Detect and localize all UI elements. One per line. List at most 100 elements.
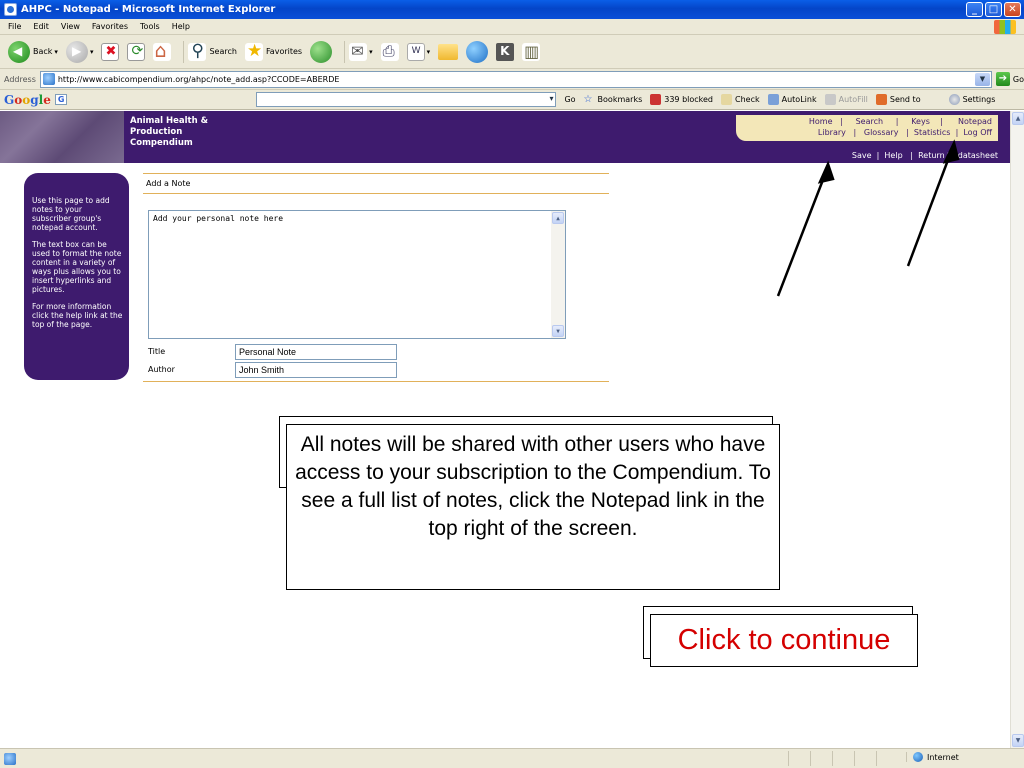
favorites-button[interactable]: Favorites: [244, 41, 302, 61]
address-input[interactable]: http://www.cabicompendium.org/ahpc/note_…: [39, 70, 992, 88]
security-zone: Internet: [906, 752, 1016, 762]
autolink-button[interactable]: AutoLink: [767, 94, 817, 105]
send-to-icon: [875, 94, 887, 105]
spell-check-button[interactable]: Check: [721, 94, 760, 105]
close-button[interactable]: ✕: [1004, 2, 1021, 17]
back-arrow-icon: [8, 40, 30, 63]
search-icon: [188, 41, 207, 61]
google-search-input[interactable]: [256, 92, 557, 107]
form-divider: [143, 381, 609, 382]
history-button[interactable]: [310, 40, 333, 63]
autofill-button[interactable]: AutoFill: [824, 94, 868, 105]
autolink-icon: [767, 94, 779, 105]
title-row: Title Personal Note: [148, 343, 609, 360]
k-icon: [496, 42, 515, 61]
google-bookmarks-button[interactable]: ☆ Bookmarks: [584, 94, 643, 105]
maximize-button[interactable]: □: [985, 2, 1002, 17]
home-button[interactable]: [153, 40, 172, 62]
form-heading: Add a Note: [143, 174, 609, 194]
nav-search-link[interactable]: Search: [856, 117, 883, 126]
author-input[interactable]: John Smith: [235, 361, 397, 378]
nav-keys-link[interactable]: Keys: [911, 117, 930, 126]
menu-help[interactable]: Help: [172, 22, 190, 31]
menu-favorites[interactable]: Favorites: [92, 22, 128, 31]
header-photo: [0, 111, 124, 163]
refresh-button[interactable]: [127, 42, 146, 61]
edit-dropdown-icon[interactable]: ▾: [427, 48, 431, 56]
globe-icon: [466, 40, 489, 63]
window-title-bar: AHPC - Notepad - Microsoft Internet Expl…: [0, 0, 1024, 19]
history-icon: [310, 40, 333, 63]
toolbar-separator: [344, 40, 346, 63]
google-go-button[interactable]: Go: [564, 95, 575, 104]
save-link[interactable]: Save: [852, 151, 872, 160]
google-g-button[interactable]: G: [54, 94, 68, 105]
print-button[interactable]: [380, 42, 399, 61]
help-link[interactable]: Help: [884, 151, 902, 160]
spellcheck-icon: [721, 94, 733, 105]
menu-view[interactable]: View: [61, 22, 80, 31]
nav-glossary-link[interactable]: Glossary: [864, 128, 899, 137]
note-textarea[interactable]: Add your personal note here ▲ ▼: [148, 210, 566, 339]
scroll-down-icon[interactable]: ▼: [552, 325, 564, 337]
popup-blocked-button[interactable]: 339 blocked: [650, 94, 713, 105]
mail-icon: [349, 42, 368, 61]
status-bar: Internet: [0, 748, 1024, 768]
menu-edit[interactable]: Edit: [33, 22, 49, 31]
info-callout: All notes will be shared with other user…: [286, 424, 780, 590]
page-status-icon: [4, 752, 16, 765]
window-controls: _ □ ✕: [966, 2, 1021, 17]
page-scrollbar[interactable]: ▲ ▼: [1010, 111, 1024, 748]
nav-statistics-link[interactable]: Statistics: [914, 128, 951, 137]
google-logo: Google: [4, 92, 51, 107]
word-icon: [406, 42, 425, 61]
sidebar-paragraph: For more information click the help link…: [32, 302, 123, 329]
mail-button[interactable]: ▾: [349, 42, 373, 61]
forward-dropdown-icon[interactable]: ▾: [90, 48, 94, 56]
page-icon: [42, 73, 55, 85]
address-dropdown-icon[interactable]: ▼: [974, 72, 990, 86]
nav-notepad-link[interactable]: Notepad: [958, 117, 992, 126]
address-url: http://www.cabicompendium.org/ahpc/note_…: [57, 74, 340, 84]
send-to-button[interactable]: Send to: [875, 94, 921, 105]
settings-button[interactable]: Settings: [948, 94, 995, 105]
research-button[interactable]: [522, 42, 541, 61]
print-icon: [380, 42, 399, 61]
back-dropdown-icon[interactable]: ▾: [54, 48, 58, 56]
menu-bar: File Edit View Favorites Tools Help: [0, 19, 1024, 35]
scroll-up-icon[interactable]: ▲: [1012, 112, 1024, 125]
forward-button[interactable]: ▾: [65, 40, 94, 63]
search-label: Search: [209, 47, 237, 56]
textarea-scrollbar[interactable]: ▲ ▼: [551, 211, 565, 338]
folder-button[interactable]: [438, 43, 459, 60]
forward-arrow-icon: [65, 40, 88, 63]
nav-library-link[interactable]: Library: [818, 128, 846, 137]
internet-zone-icon: [913, 752, 923, 762]
messenger-button[interactable]: [466, 40, 489, 63]
k-button[interactable]: [496, 42, 515, 61]
go-label: Go: [1012, 74, 1024, 84]
back-button[interactable]: Back ▾: [8, 40, 58, 63]
site-header: Animal Health & Production Compendium Ho…: [0, 111, 1010, 163]
go-button[interactable]: ➔ Go: [995, 72, 1024, 86]
minimize-button[interactable]: _: [966, 2, 983, 17]
author-row: Author John Smith: [148, 361, 609, 378]
mail-dropdown-icon[interactable]: ▾: [369, 48, 373, 56]
title-input[interactable]: Personal Note: [235, 343, 397, 360]
nav-logoff-link[interactable]: Log Off: [963, 128, 992, 137]
scroll-up-icon[interactable]: ▲: [552, 212, 564, 224]
stop-button[interactable]: [101, 42, 120, 61]
search-button[interactable]: Search: [188, 41, 237, 61]
edit-word-button[interactable]: ▾: [406, 42, 431, 61]
toolbar-separator: [183, 40, 185, 63]
nav-home-link[interactable]: Home: [809, 117, 833, 126]
address-label: Address: [4, 74, 36, 84]
menu-tools[interactable]: Tools: [140, 22, 160, 31]
google-toolbar: Google G Go ☆Bookmarks 339 blocked Check…: [0, 90, 1024, 110]
scroll-down-icon[interactable]: ▼: [1012, 734, 1024, 747]
continue-button[interactable]: Click to continue: [650, 614, 918, 667]
menu-file[interactable]: File: [8, 22, 21, 31]
favorites-star-icon: [244, 41, 263, 61]
return-to-datasheet-link[interactable]: Return to datasheet: [918, 151, 998, 160]
author-label: Author: [148, 365, 175, 374]
